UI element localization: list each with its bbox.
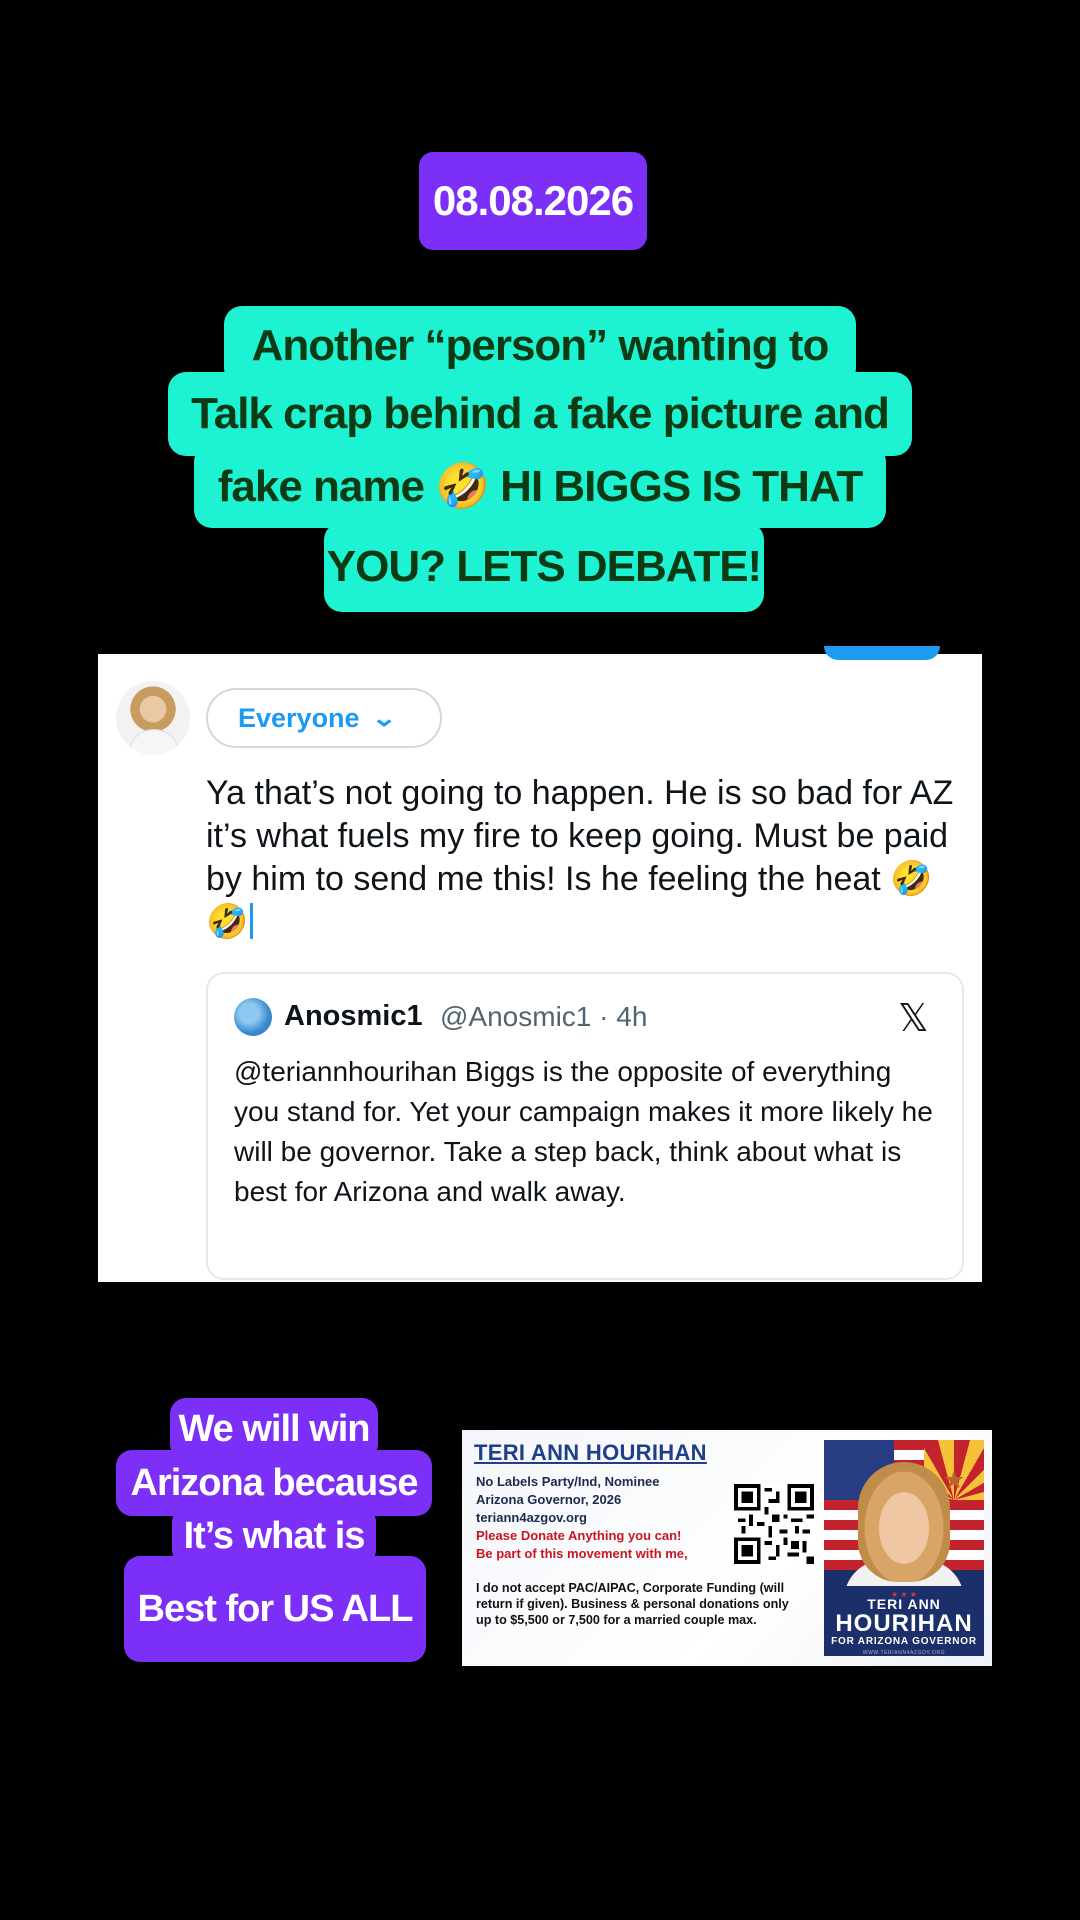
headline-line: YOU? LETS DEBATE! [324,522,764,612]
campaign-line: Arizona Governor, 2026 [476,1492,622,1507]
campaign-name: TERI ANN HOURIHAN [474,1440,707,1465]
campaign-url: teriann4azgov.org [476,1510,588,1525]
chevron-down-icon: ⌄ [370,704,397,732]
funding-note: I do not accept PAC/AIPAC, Corporate Fun… [476,1581,789,1627]
headline-caption: Another “person” wanting to Talk crap be… [168,306,912,618]
headline-line: fake name 🤣 HI BIGGS IS THAT [194,444,886,528]
quoted-text: @teriannhourihan Biggs is the opposite o… [234,1056,933,1207]
reply-button-edge[interactable] [824,646,940,660]
audience-label: Everyone [238,702,360,733]
quoted-display-name: Anosmic1 [284,1000,423,1032]
reply-text-input[interactable]: Ya that’s not going to happen. He is so … [206,772,956,944]
avatar[interactable] [116,681,190,755]
movement-line: Be part of this movement with me, [476,1546,688,1561]
caption-line: Best for US ALL [124,1556,426,1662]
photo-name-last: HOURIHAN [835,1610,973,1637]
win-caption: We will win Arizona because It’s what is… [116,1398,432,1662]
photo-subtitle: FOR ARIZONA GOVERNOR [831,1636,977,1647]
quoted-handle-time: @Anosmic1 · 4h [440,1001,648,1032]
candidate-photo: ★ ★ ★ TERI ANN HOURIHAN FOR ARIZONA GOVE… [824,1440,984,1656]
quoted-avatar [234,998,272,1036]
campaign-card: TERI ANN HOURIHAN No Labels Party/Ind, N… [462,1430,992,1666]
campaign-line: No Labels Party/Ind, Nominee [476,1474,660,1489]
photo-url: WWW.TERIANN4AZGOV.ORG [862,1650,946,1656]
remove-quote-icon[interactable]: 𝕏 [898,996,929,1040]
reply-text: Ya that’s not going to happen. He is so … [206,774,954,941]
text-cursor [250,903,254,939]
audience-selector[interactable]: Everyone ⌄ [206,688,442,748]
date-badge: 08.08.2026 [419,152,647,250]
donate-line: Please Donate Anything you can! [476,1528,682,1543]
qr-code-icon [734,1484,814,1564]
